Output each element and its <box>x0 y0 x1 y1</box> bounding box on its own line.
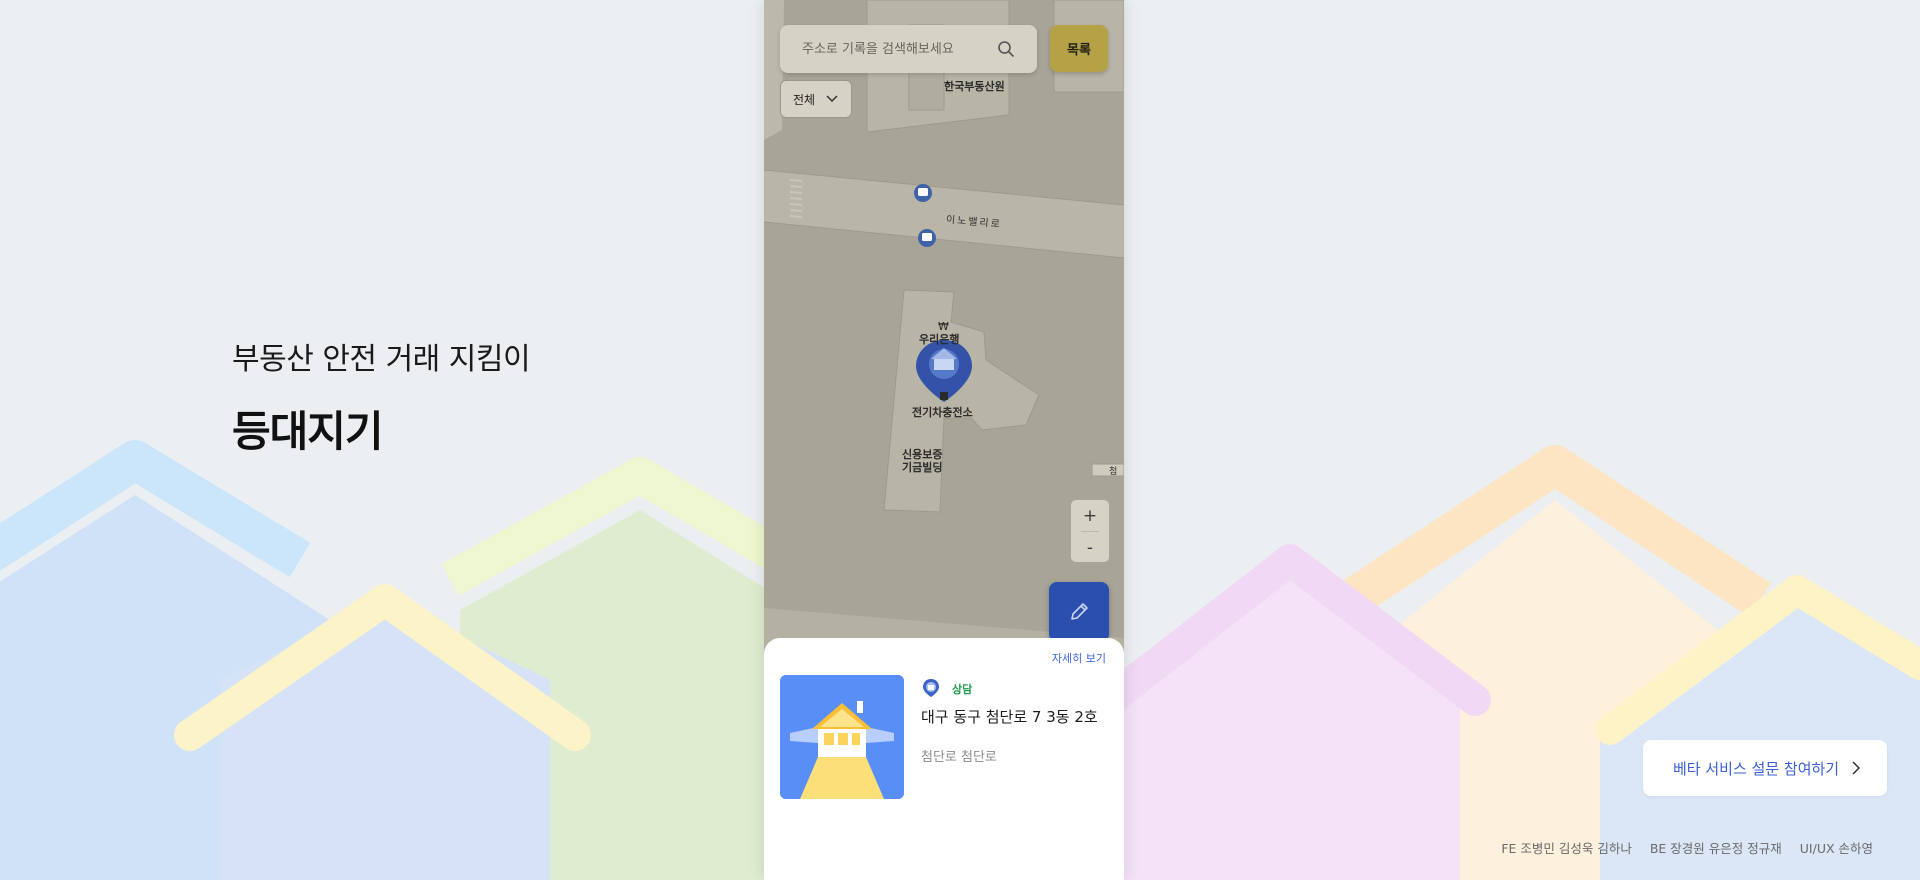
record-address: 대구 동구 첨단로 7 3동 2호 <box>921 708 1098 726</box>
zoom-in-button[interactable]: + <box>1071 500 1109 531</box>
phone-frame: ₩ 한국부동산원 이노밸리로 우리은행 전기차충전소 신용보증 기금빌딩 첨 목… <box>764 0 1124 880</box>
record-card[interactable]: 자세히 보기 상담 대구 동구 첨단로 7 3동 2호 첨단로 첨단로 <box>764 638 1124 880</box>
map-label-charger: 전기차충전소 <box>912 406 973 419</box>
status-badge: 상담 <box>952 683 973 696</box>
survey-button[interactable]: 베타 서비스 설문 참여하기 <box>1643 740 1887 796</box>
map-label-credit-2: 기금빌딩 <box>902 461 943 474</box>
location-pin-icon <box>923 679 939 697</box>
credits-fe: FE 조병민 김성욱 김하나 <box>1501 841 1632 856</box>
survey-label: 베타 서비스 설문 참여하기 <box>1673 759 1840 778</box>
filter-value: 전체 <box>793 92 816 107</box>
zoom-control: + - <box>1070 499 1110 563</box>
lighthouse-thumbnail <box>780 675 904 799</box>
detail-link[interactable]: 자세히 보기 <box>1052 650 1106 666</box>
search-input[interactable] <box>802 41 992 57</box>
hero-title: 등대지기 <box>232 407 384 456</box>
lighthouse-icon <box>780 675 904 799</box>
record-street: 첨단로 첨단로 <box>921 750 997 765</box>
hero-subtitle: 부동산 안전 거래 지킴이 <box>232 342 531 377</box>
credits-uiux: UI/UX 손하영 <box>1799 841 1873 856</box>
credits-be: BE 장경원 유은정 정규재 <box>1649 841 1782 856</box>
list-button[interactable]: 목록 <box>1050 25 1108 72</box>
zoom-out-button[interactable]: - <box>1071 532 1109 563</box>
write-record-button[interactable] <box>1049 582 1109 642</box>
pencil-icon <box>1071 603 1088 620</box>
search-bar[interactable] <box>780 25 1037 73</box>
chevron-right-icon <box>1852 761 1861 775</box>
filter-dropdown[interactable]: 전체 <box>780 80 852 118</box>
map-view[interactable]: ₩ 한국부동산원 이노밸리로 우리은행 전기차충전소 신용보증 기금빌딩 첨 목… <box>764 0 1124 660</box>
map-label-bank: 우리은행 <box>919 333 960 346</box>
chevron-down-icon <box>826 95 838 103</box>
search-icon[interactable] <box>997 40 1015 58</box>
credits: FE 조병민 김성욱 김하나 BE 장경원 유은정 정규재 UI/UX 손하영 <box>1501 838 1873 857</box>
hero: 부동산 안전 거래 지킴이 등대지기 <box>232 334 531 459</box>
map-label-building: 한국부동산원 <box>944 80 1005 93</box>
map-label-edge: 첨 <box>1109 467 1118 477</box>
